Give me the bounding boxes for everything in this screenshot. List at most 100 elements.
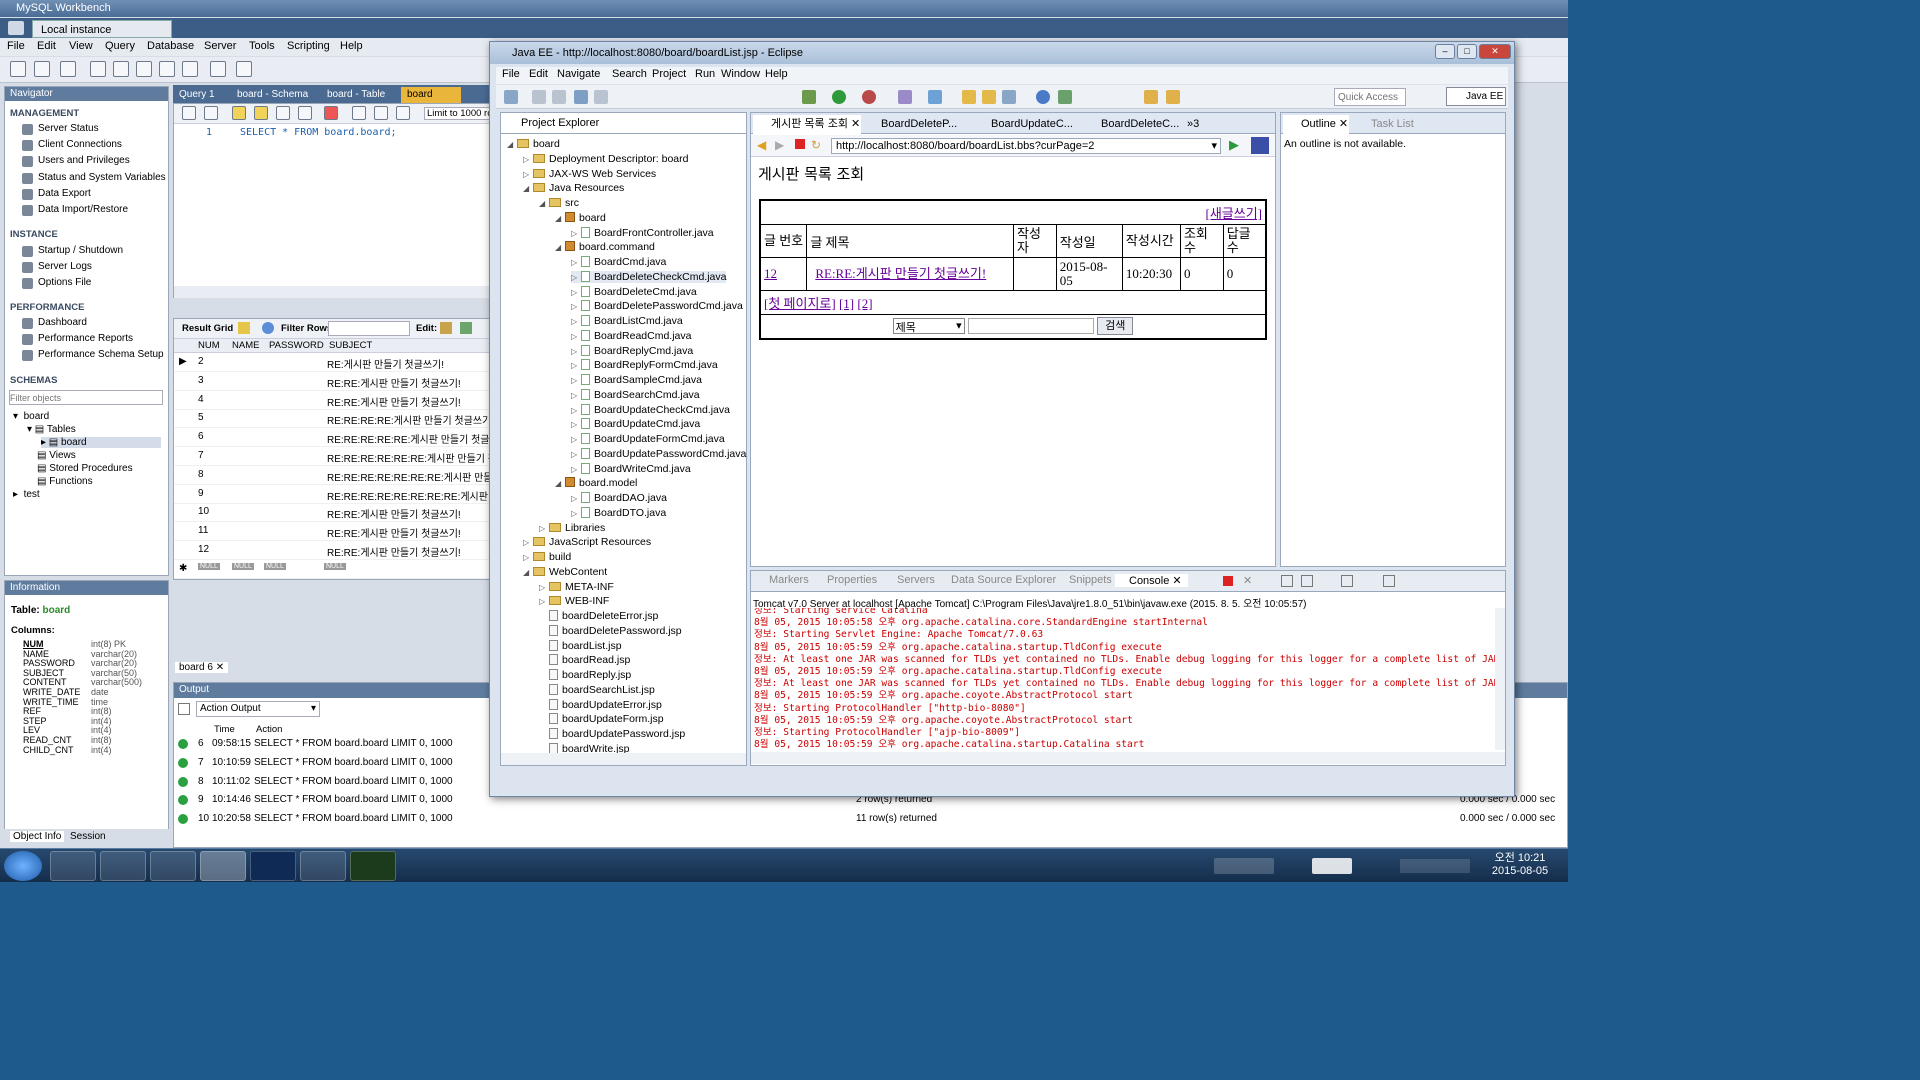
filter-objects-input[interactable] bbox=[9, 390, 163, 405]
cell-subject[interactable]: RE:RE:RE:RE:RE:RE:RE:게시판 만들기 bbox=[327, 469, 502, 484]
tab-properties[interactable]: Properties bbox=[813, 574, 877, 586]
expanded-arrow-icon[interactable]: ◢ bbox=[523, 184, 533, 193]
open-console-icon[interactable] bbox=[1383, 575, 1395, 587]
close-icon[interactable]: ✕ bbox=[1172, 575, 1181, 587]
tree-item[interactable]: ▷ BoardUpdateCmd.java bbox=[571, 418, 700, 430]
tree-item[interactable]: ▷ Libraries bbox=[539, 522, 605, 534]
collapsed-arrow-icon[interactable]: ▷ bbox=[571, 435, 581, 444]
open-file-icon[interactable] bbox=[182, 106, 196, 120]
refresh-icon[interactable] bbox=[262, 322, 274, 334]
save-icon[interactable] bbox=[532, 90, 546, 104]
col-subject[interactable]: SUBJECT bbox=[329, 340, 372, 351]
url-input[interactable]: http://localhost:8080/board/boardList.bb… bbox=[831, 138, 1221, 154]
tab-servers[interactable]: Servers bbox=[883, 574, 935, 586]
collapsed-arrow-icon[interactable]: ▷ bbox=[571, 420, 581, 429]
tree-item[interactable]: boardUpdatePassword.jsp bbox=[539, 728, 685, 740]
menu-server[interactable]: Server bbox=[204, 40, 236, 52]
rollback-icon[interactable] bbox=[374, 106, 388, 120]
tab-snippets[interactable]: Snippets bbox=[1055, 574, 1112, 586]
expanded-arrow-icon[interactable]: ◢ bbox=[555, 243, 565, 252]
menu-help[interactable]: Help bbox=[340, 40, 363, 52]
tree-item[interactable]: ◢ board bbox=[507, 138, 560, 150]
clock[interactable]: 오전 10:21 2015-08-05 bbox=[1480, 852, 1560, 878]
tray-icons[interactable] bbox=[1400, 859, 1470, 873]
table-row[interactable]: 6 RE:RE:RE:RE:RE:게시판 만들기 첫글쓰 bbox=[174, 428, 499, 448]
tree-item[interactable]: ▷ BoardCmd.java bbox=[571, 256, 666, 268]
menu-file[interactable]: File bbox=[7, 40, 25, 52]
photoshop-icon[interactable] bbox=[250, 851, 296, 881]
create-procedure-icon[interactable] bbox=[159, 61, 175, 77]
tab-outline[interactable]: Outline ✕ bbox=[1283, 115, 1349, 134]
menu-file[interactable]: File bbox=[502, 68, 520, 80]
tree-item[interactable]: ◢ board.model bbox=[555, 477, 637, 489]
forward-arrow-icon[interactable]: ▶ bbox=[775, 138, 784, 152]
first-page-link[interactable]: [첫 페이지로] bbox=[764, 296, 836, 311]
menu-window[interactable]: Window bbox=[721, 68, 760, 80]
tree-views[interactable]: ▤ Views bbox=[37, 450, 76, 461]
new-post-link[interactable]: [새글쓰기] bbox=[1206, 206, 1263, 221]
menu-query[interactable]: Query bbox=[105, 40, 135, 52]
nav-server-status[interactable]: Server Status bbox=[38, 123, 99, 134]
workbench-taskbar-icon[interactable] bbox=[150, 851, 196, 881]
cell-num[interactable]: 7 bbox=[198, 450, 204, 461]
create-schema-icon[interactable] bbox=[90, 61, 106, 77]
pin-console-icon[interactable] bbox=[1341, 575, 1353, 587]
tree-item[interactable]: ▷ BoardReplyFormCmd.java bbox=[571, 359, 718, 371]
open-sql-icon[interactable] bbox=[34, 61, 50, 77]
post-subject-link[interactable]: RE:RE:게시판 만들기 첫글쓰기! bbox=[815, 266, 986, 281]
tree-item[interactable]: ◢ board bbox=[555, 211, 606, 224]
tab-board[interactable]: board ✕ bbox=[401, 87, 461, 116]
tab-query-1[interactable]: Query 1 bbox=[173, 87, 221, 103]
collapsed-arrow-icon[interactable]: ▷ bbox=[571, 361, 581, 370]
tab-local-instance[interactable]: Local instance MySQL56 ✕ bbox=[32, 20, 172, 54]
tab-board-delete-c[interactable]: BoardDeleteC... bbox=[1083, 115, 1179, 134]
tab-board-delete-p[interactable]: BoardDeleteP... bbox=[863, 115, 957, 134]
expanded-arrow-icon[interactable]: ◢ bbox=[555, 479, 565, 488]
tab-board-list[interactable]: 게시판 목록 조회 ✕ bbox=[753, 115, 861, 134]
stop-icon[interactable] bbox=[795, 139, 805, 149]
cell-num[interactable]: 10 bbox=[198, 506, 209, 517]
horizontal-scrollbar[interactable] bbox=[751, 752, 1505, 764]
post-num-link[interactable]: 12 bbox=[764, 266, 777, 281]
tree-item[interactable]: ▷ WEB-INF bbox=[539, 595, 609, 607]
search-icon[interactable] bbox=[1002, 90, 1016, 104]
tree-item[interactable]: ◢ WebContent bbox=[523, 566, 607, 578]
refresh-icon[interactable]: ↻ bbox=[811, 138, 821, 152]
cell-num[interactable]: 12 bbox=[198, 544, 209, 555]
schema-test[interactable]: ▸ test bbox=[13, 489, 40, 500]
collapsed-arrow-icon[interactable]: ▷ bbox=[571, 406, 581, 415]
tree-item[interactable]: ▷ BoardDeletePasswordCmd.java bbox=[571, 300, 743, 312]
reconnect-icon[interactable] bbox=[236, 61, 252, 77]
tree-item[interactable]: ◢ Java Resources bbox=[523, 182, 624, 194]
more-tabs-button[interactable]: »3 bbox=[1183, 115, 1199, 134]
grid-icon[interactable] bbox=[238, 322, 250, 334]
collapsed-arrow-icon[interactable]: ▷ bbox=[571, 347, 581, 356]
cell-num[interactable]: 3 bbox=[198, 375, 204, 386]
nav-options-file[interactable]: Options File bbox=[38, 277, 91, 288]
chevron-down-icon[interactable]: ▾ bbox=[1211, 139, 1217, 153]
cell-num[interactable]: 4 bbox=[198, 394, 204, 405]
open-external-icon[interactable] bbox=[1251, 137, 1269, 154]
close-button[interactable]: ✕ bbox=[1479, 44, 1511, 59]
nav-client-connections[interactable]: Client Connections bbox=[38, 139, 122, 150]
scroll-lock-icon[interactable] bbox=[1301, 575, 1313, 587]
tree-item[interactable]: ▷ BoardListCmd.java bbox=[571, 315, 683, 327]
collapsed-arrow-icon[interactable]: ▷ bbox=[523, 553, 533, 562]
nav-dashboard[interactable]: Dashboard bbox=[38, 317, 87, 328]
schema-board[interactable]: ▾ board bbox=[13, 411, 49, 422]
nav-users-privileges[interactable]: Users and Privileges bbox=[38, 155, 130, 166]
cell-num[interactable]: 9 bbox=[198, 488, 204, 499]
cell-num[interactable]: 6 bbox=[198, 431, 204, 442]
dreamweaver-icon[interactable] bbox=[350, 851, 396, 881]
table-row[interactable]: 5 RE:RE:RE:RE:게시판 만들기 첫글쓰기! bbox=[174, 409, 494, 429]
collapsed-arrow-icon[interactable]: ▷ bbox=[571, 317, 581, 326]
cell-subject[interactable]: RE:RE:게시판 만들기 첫글쓰기! bbox=[327, 375, 461, 390]
tab-board-6[interactable]: board 6 ✕ bbox=[175, 662, 229, 673]
forward-icon[interactable] bbox=[1166, 90, 1180, 104]
close-icon[interactable]: ✕ bbox=[216, 662, 224, 673]
cell-subject[interactable]: RE:게시판 만들기 첫글쓰기! bbox=[327, 356, 444, 371]
table-row[interactable]: 12 RE:RE:게시판 만들기 첫글쓰기! bbox=[174, 541, 492, 560]
input-indicator[interactable] bbox=[1312, 858, 1352, 874]
menu-edit[interactable]: Edit bbox=[37, 40, 56, 52]
collapsed-arrow-icon[interactable]: ▷ bbox=[523, 155, 533, 164]
